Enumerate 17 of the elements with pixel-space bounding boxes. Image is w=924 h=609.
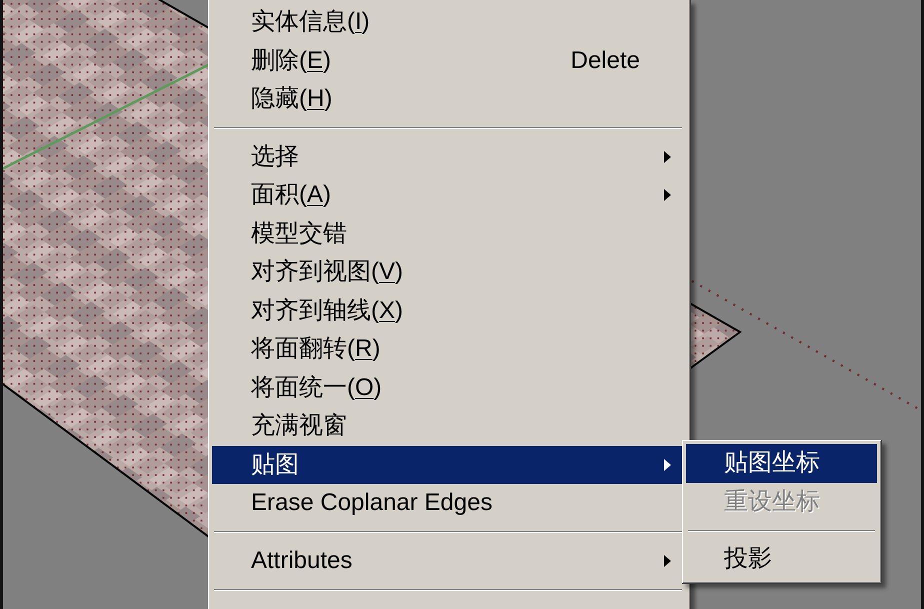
menu-item[interactable]: 模型交错 xyxy=(212,214,684,253)
menu-item[interactable]: Attributes xyxy=(212,542,684,580)
menu-item[interactable]: 充满视窗 xyxy=(212,407,684,446)
menu-item[interactable]: 将面统一(O) xyxy=(212,368,684,407)
menu-item[interactable]: 选择 xyxy=(212,138,684,176)
menu-item[interactable]: 删除(E) Delete xyxy=(212,42,684,80)
menu-item[interactable]: 对齐到轴线(X) xyxy=(212,292,684,330)
menu-item[interactable]: 投影 xyxy=(686,540,877,578)
menu-item[interactable]: 将面翻转(R) xyxy=(212,330,684,368)
menu-item[interactable]: 贴图坐标 xyxy=(686,444,877,482)
menu-item[interactable]: 面积(A) xyxy=(212,176,684,214)
menu-item[interactable]: 贴图 xyxy=(212,446,684,484)
menu-item[interactable]: 实体信息(I) xyxy=(212,3,684,42)
shortcut-text: Delete xyxy=(570,48,640,73)
menu-item[interactable]: Erase Coplanar Edges xyxy=(212,484,684,522)
menu-item[interactable]: 隐藏(H) xyxy=(212,80,684,118)
menu-item[interactable]: 对齐到视图(V) xyxy=(212,253,684,292)
